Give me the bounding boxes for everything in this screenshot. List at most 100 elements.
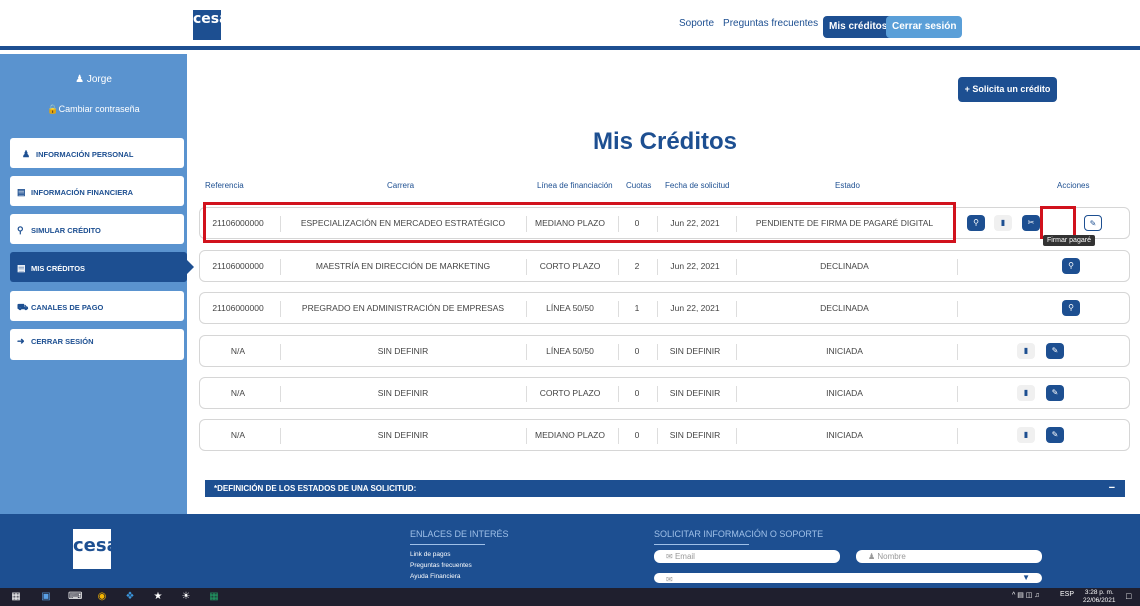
- nav-soporte[interactable]: Soporte: [679, 18, 714, 29]
- windows-start-icon[interactable]: ▦: [10, 591, 22, 603]
- delete-button[interactable]: ▮: [1017, 427, 1035, 443]
- sidebar-item-financiera[interactable]: ▤ INFORMACIÓN FINANCIERA: [10, 176, 184, 206]
- sign-promissory-button[interactable]: ✂: [1022, 215, 1040, 231]
- system-tray-icons[interactable]: ^ ▤ ◫ ♫: [1012, 591, 1040, 599]
- divider: [618, 301, 619, 317]
- divider: [657, 344, 658, 360]
- view-button[interactable]: ⚲: [967, 215, 985, 231]
- sidebar-item-mis-creditos[interactable]: ▤ MIS CRÉDITOS: [10, 252, 194, 282]
- cell-fecha: SIN DEFINIR: [669, 430, 721, 440]
- cell-referencia: N/A: [230, 430, 246, 440]
- change-password-link[interactable]: 🔒Cambiar contraseña: [0, 104, 187, 115]
- divider: [280, 259, 281, 275]
- cell-cuotas: 0: [634, 346, 640, 356]
- sidebar-item-cerrar[interactable]: ➜ CERRAR SESIÓN: [10, 329, 184, 360]
- cell-carrera: SIN DEFINIR: [377, 346, 429, 356]
- excel-icon[interactable]: ▦: [208, 591, 220, 603]
- top-nav: Soporte Preguntas frecuentes: [679, 18, 827, 29]
- document-icon: ▤: [17, 187, 26, 197]
- clock-time: 3:28 p. m.: [1084, 589, 1114, 596]
- divider: [526, 386, 527, 402]
- page-title: Mis Créditos: [592, 128, 738, 155]
- view-button[interactable]: ⚲: [1062, 258, 1080, 274]
- sidebar-item-personal[interactable]: ♟ INFORMACIÓN PERSONAL: [10, 138, 184, 168]
- divider: [618, 344, 619, 360]
- vscode-icon[interactable]: ❖: [124, 591, 136, 603]
- link-ayuda[interactable]: Ayuda Financiera: [410, 573, 460, 580]
- nav-faq[interactable]: Preguntas frecuentes: [723, 18, 818, 29]
- footer: cesa ENLACES DE INTERÉS Link de pagos Pr…: [0, 514, 1140, 588]
- sidebar-item-label: INFORMACIÓN PERSONAL: [36, 150, 134, 159]
- language-indicator[interactable]: ESP: [1060, 591, 1074, 598]
- col-cuotas: Cuotas: [626, 181, 652, 190]
- cell-referencia: N/A: [230, 346, 246, 356]
- nav-mis-creditos[interactable]: Mis créditos: [823, 16, 894, 38]
- nav-cerrar-sesion[interactable]: Cerrar sesión: [886, 16, 963, 38]
- change-password-label: Cambiar contraseña: [58, 104, 140, 114]
- cell-estado: INICIADA: [826, 430, 863, 440]
- col-linea: Línea de financiación: [537, 181, 613, 190]
- cell-cuotas: 0: [634, 388, 640, 398]
- link-pagos[interactable]: Link de pagos: [410, 551, 450, 558]
- email-field[interactable]: ✉ Email: [654, 550, 840, 563]
- collapse-icon[interactable]: −: [1109, 482, 1115, 494]
- divider: [957, 301, 958, 317]
- name-placeholder: Nombre: [877, 552, 906, 561]
- cell-estado: DECLINADA: [820, 261, 869, 271]
- table-row: N/A SIN DEFINIR MEDIANO PLAZO 0 SIN DEFI…: [199, 419, 1130, 451]
- sidebar-item-label: INFORMACIÓN FINANCIERA: [31, 188, 134, 197]
- divider: [618, 428, 619, 444]
- col-estado: Estado: [835, 181, 860, 190]
- cell-estado: DECLINADA: [820, 303, 869, 313]
- sidebar-item-label: SIMULAR CRÉDITO: [31, 226, 101, 235]
- table-row: 21106000000 MAESTRÍA EN DIRECCIÓN DE MAR…: [199, 250, 1130, 282]
- sidebar-item-canales[interactable]: ⛟ CANALES DE PAGO: [10, 291, 184, 321]
- subject-select[interactable]: ✉ ▼: [654, 573, 1042, 584]
- view-button[interactable]: ⚲: [1062, 300, 1080, 316]
- chrome-icon[interactable]: ◉: [96, 591, 108, 603]
- edit-sign-button[interactable]: ✎: [1084, 215, 1102, 231]
- divider: [618, 259, 619, 275]
- name-field[interactable]: ♟ Nombre: [856, 550, 1042, 563]
- divider: [957, 386, 958, 402]
- user-icon: ♟: [75, 74, 87, 85]
- delete-button[interactable]: ▮: [1017, 343, 1035, 359]
- sidebar-item-simular[interactable]: ⚲ SIMULAR CRÉDITO: [10, 214, 184, 244]
- cell-carrera: SIN DEFINIR: [377, 388, 429, 398]
- edit-button[interactable]: ✎: [1046, 385, 1064, 401]
- cell-carrera: SIN DEFINIR: [377, 430, 429, 440]
- chevron-down-icon: ▼: [1022, 573, 1030, 582]
- user-icon: ♟: [868, 552, 878, 561]
- footer-logo: cesa: [73, 529, 119, 569]
- link-faq[interactable]: Preguntas frecuentes: [410, 562, 472, 569]
- divider: [736, 259, 737, 275]
- notifications-icon[interactable]: □: [1126, 591, 1131, 601]
- cell-cuotas: 1: [634, 303, 640, 313]
- app-icon[interactable]: ☀: [180, 591, 192, 603]
- divider: [280, 301, 281, 317]
- app-icon[interactable]: ★: [152, 591, 164, 603]
- user-icon: ♟: [22, 149, 31, 159]
- cell-referencia: 21106000000: [212, 303, 264, 313]
- edit-button[interactable]: ✎: [1046, 427, 1064, 443]
- divider: [280, 428, 281, 444]
- terminal-icon[interactable]: ⌨: [68, 591, 82, 603]
- search-icon: ⚲: [17, 225, 24, 235]
- row-highlight-box: [203, 202, 956, 243]
- new-credit-button[interactable]: + Solicita un crédito: [958, 77, 1057, 102]
- cesa-logo[interactable]: cesa: [193, 10, 229, 40]
- definitions-accordion[interactable]: *DEFINICIÓN DE LOS ESTADOS DE UNA SOLICI…: [205, 480, 1125, 497]
- sidebar: ♟ Jorge 🔒Cambiar contraseña: [0, 54, 187, 514]
- windows-taskbar: ▦ ▣ ⌨ ◉ ❖ ★ ☀ ▦ ^ ▤ ◫ ♫ ESP 3:28 p. m. 2…: [0, 588, 1140, 606]
- clock[interactable]: 3:28 p. m. 22/06/2021: [1083, 589, 1116, 605]
- divider: [736, 428, 737, 444]
- divider: [526, 301, 527, 317]
- edit-button[interactable]: ✎: [1046, 343, 1064, 359]
- top-header: cesa Soporte Preguntas frecuentes Mis cr…: [0, 0, 1140, 50]
- cell-estado: INICIADA: [826, 346, 863, 356]
- delete-button[interactable]: ▮: [1017, 385, 1035, 401]
- cell-carrera: MAESTRÍA EN DIRECCIÓN DE MARKETING: [315, 261, 491, 271]
- task-view-icon[interactable]: ▣: [40, 591, 52, 603]
- delete-button[interactable]: ▮: [994, 215, 1012, 231]
- col-referencia: Referencia: [205, 181, 244, 190]
